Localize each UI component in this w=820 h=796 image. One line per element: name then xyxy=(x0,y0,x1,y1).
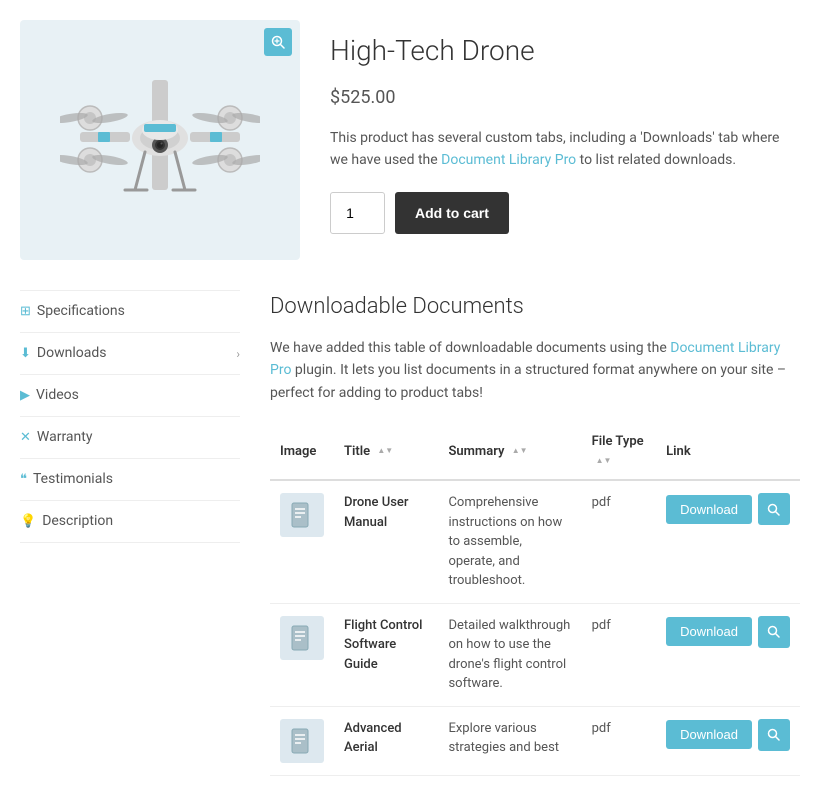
row2-search-button[interactable] xyxy=(758,616,790,648)
downloads-chevron: › xyxy=(236,345,240,363)
product-price: $525.00 xyxy=(330,84,800,111)
row3-thumbnail xyxy=(280,719,324,763)
col-header-filetype[interactable]: File Type ▲▼ xyxy=(582,424,657,480)
row3-download-button[interactable]: Download xyxy=(666,720,752,749)
row2-link-cell: Download xyxy=(656,603,800,706)
product-description: This product has several custom tabs, in… xyxy=(330,127,800,172)
add-to-cart-button[interactable]: Add to cart xyxy=(395,192,509,234)
row3-image-cell xyxy=(270,706,334,775)
title-sort-icon: ▲▼ xyxy=(377,447,393,455)
warranty-icon: ✕ xyxy=(20,428,31,448)
doc-library-link-product[interactable]: Document Library Pro xyxy=(441,152,576,168)
row1-download-button[interactable]: Download xyxy=(666,495,752,524)
row3-filetype-cell: pdf xyxy=(582,706,657,775)
videos-icon: ▶ xyxy=(20,386,30,406)
zoom-icon[interactable] xyxy=(264,28,292,56)
row3-summary-cell: Explore various strategies and best xyxy=(438,706,581,775)
row2-image-cell xyxy=(270,603,334,706)
product-image xyxy=(60,60,260,220)
product-image-container xyxy=(20,20,300,260)
table-row: Drone User Manual Comprehensive instruct… xyxy=(270,480,800,603)
sidebar-item-testimonials[interactable]: ❝ Testimonials xyxy=(20,459,240,501)
sidebar-item-videos[interactable]: ▶ Videos xyxy=(20,375,240,417)
col-header-summary[interactable]: Summary ▲▼ xyxy=(438,424,581,480)
row1-image-cell xyxy=(270,480,334,603)
description-icon: 💡 xyxy=(20,512,36,532)
row3-title-cell: Advanced Aerial xyxy=(334,706,438,775)
row2-summary-cell: Detailed walkthrough on how to use the d… xyxy=(438,603,581,706)
add-to-cart-row: Add to cart xyxy=(330,192,800,234)
row1-thumbnail xyxy=(280,493,324,537)
row2-thumbnail xyxy=(280,616,324,660)
table-header-row: Image Title ▲▼ Summary ▲▼ File Type ▲▼ xyxy=(270,424,800,480)
bottom-section: ⊞ Specifications ⬇ Downloads › ▶ Videos xyxy=(20,290,800,776)
row1-search-button[interactable] xyxy=(758,493,790,525)
product-section: High-Tech Drone $525.00 This product has… xyxy=(20,20,800,260)
testimonials-icon: ❝ xyxy=(20,470,27,490)
col-header-title[interactable]: Title ▲▼ xyxy=(334,424,438,480)
row3-link-cell: Download xyxy=(656,706,800,775)
downloads-section-title: Downloadable Documents xyxy=(270,290,800,323)
downloads-section-description: We have added this table of downloadable… xyxy=(270,337,800,404)
row1-title-cell: Drone User Manual xyxy=(334,480,438,603)
quantity-input[interactable] xyxy=(330,192,385,234)
product-title: High-Tech Drone xyxy=(330,30,800,72)
table-row: Advanced Aerial Explore various strategi… xyxy=(270,706,800,775)
summary-sort-icon: ▲▼ xyxy=(512,447,528,455)
sidebar-item-downloads[interactable]: ⬇ Downloads › xyxy=(20,333,240,375)
row2-download-button[interactable]: Download xyxy=(666,617,752,646)
downloads-table: Image Title ▲▼ Summary ▲▼ File Type ▲▼ xyxy=(270,424,800,776)
row2-title-cell: Flight Control Software Guide xyxy=(334,603,438,706)
specifications-icon: ⊞ xyxy=(20,302,31,322)
row1-link-cell: Download xyxy=(656,480,800,603)
sidebar-item-specifications[interactable]: ⊞ Specifications xyxy=(20,290,240,333)
row1-filetype-cell: pdf xyxy=(582,480,657,603)
downloads-icon: ⬇ xyxy=(20,344,31,364)
sidebar-nav: ⊞ Specifications ⬇ Downloads › ▶ Videos xyxy=(20,290,240,776)
filetype-sort-icon: ▲▼ xyxy=(596,457,612,465)
col-header-link: Link xyxy=(656,424,800,480)
col-header-image: Image xyxy=(270,424,334,480)
row3-search-button[interactable] xyxy=(758,719,790,751)
downloads-content: Downloadable Documents We have added thi… xyxy=(270,290,800,776)
table-row: Flight Control Software Guide Detailed w… xyxy=(270,603,800,706)
page-wrapper: High-Tech Drone $525.00 This product has… xyxy=(0,0,820,796)
sidebar-item-description[interactable]: 💡 Description xyxy=(20,501,240,543)
sidebar-item-warranty[interactable]: ✕ Warranty xyxy=(20,417,240,459)
product-info: High-Tech Drone $525.00 This product has… xyxy=(330,20,800,260)
row1-summary-cell: Comprehensive instructions on how to ass… xyxy=(438,480,581,603)
row2-filetype-cell: pdf xyxy=(582,603,657,706)
